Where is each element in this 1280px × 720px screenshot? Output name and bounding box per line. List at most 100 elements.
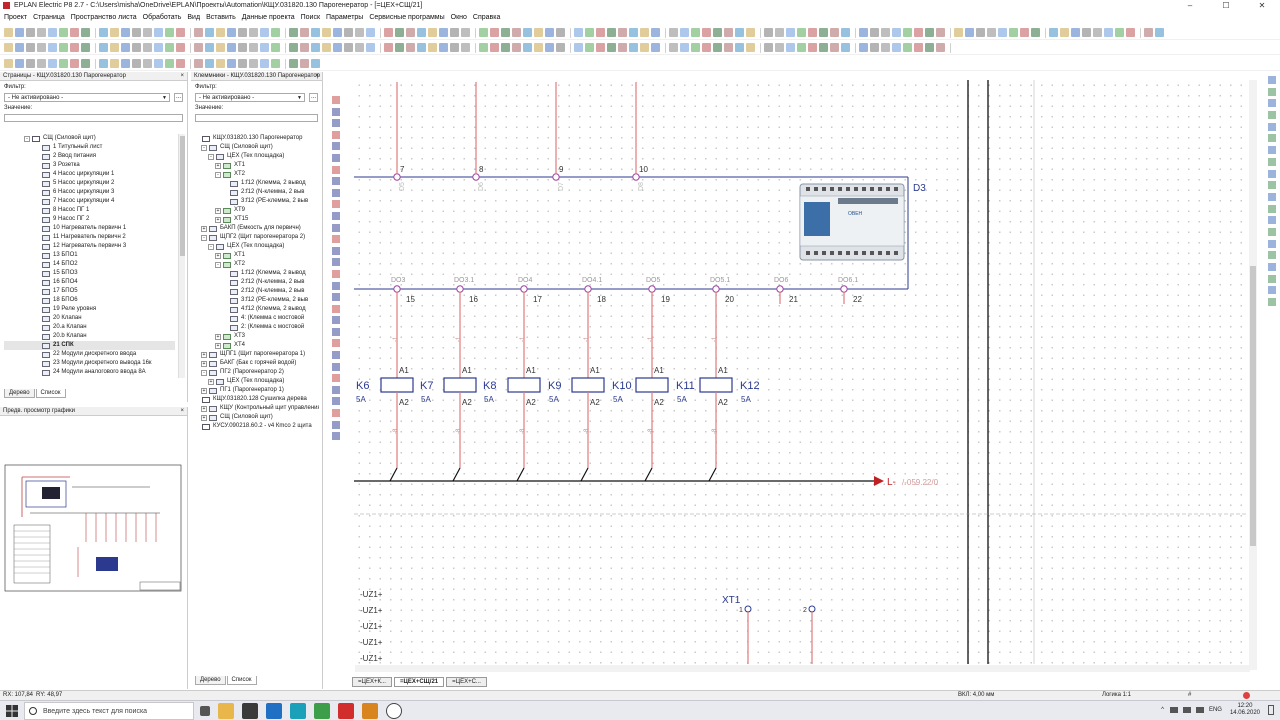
symbol-tool-icon[interactable]: [1268, 263, 1276, 271]
toolbar-button-icon[interactable]: [1049, 28, 1058, 37]
terminal-tree-item[interactable]: 2:f12 (N-клемма, 2 выв: [194, 278, 319, 287]
toolbar-button-icon[interactable]: [48, 43, 57, 52]
toolbar-button-icon[interactable]: [300, 43, 309, 52]
chrome-icon[interactable]: [314, 703, 330, 719]
symbol-tool-icon[interactable]: [1268, 274, 1276, 283]
edge-icon[interactable]: [290, 703, 306, 719]
toolbar-button-icon[interactable]: [954, 28, 963, 37]
expand-icon[interactable]: +: [215, 207, 221, 214]
toolbar-button-icon[interactable]: [450, 28, 459, 37]
toolbar-button-icon[interactable]: [998, 28, 1007, 37]
drawing-tool-icon[interactable]: [332, 281, 340, 290]
menu-window[interactable]: Окно: [451, 14, 467, 21]
toolbar-button-icon[interactable]: [618, 28, 627, 37]
toolbar-button-icon[interactable]: [691, 28, 700, 37]
drawing-tool-icon[interactable]: [332, 339, 340, 348]
canvas-horizontal-scrollbar[interactable]: [355, 665, 1250, 672]
toolbar-button-icon[interactable]: [1126, 28, 1135, 37]
toolbar-button-icon[interactable]: [936, 28, 945, 37]
terminals-panel-close-icon[interactable]: ×: [315, 72, 319, 80]
toolbar-button-icon[interactable]: [271, 43, 280, 52]
toolbar-button-icon[interactable]: [903, 43, 912, 52]
drawing-tool-icon[interactable]: [332, 362, 340, 371]
menu-layout-space[interactable]: Пространство листа: [71, 14, 137, 21]
taskbar-clock[interactable]: 12:20 14.06.2020: [1230, 703, 1260, 717]
drawing-tool-icon[interactable]: [332, 130, 340, 139]
collapse-icon[interactable]: -: [24, 135, 30, 142]
grid-status[interactable]: ВКЛ: 4,00 мм: [958, 691, 994, 700]
toolbar-button-icon[interactable]: [713, 43, 722, 52]
toolbar-button-icon[interactable]: [651, 43, 660, 52]
toolbar-button-icon[interactable]: [110, 59, 119, 68]
toolbar-button-icon[interactable]: [596, 43, 605, 52]
page-list-item[interactable]: 16 БПО4: [4, 278, 175, 287]
toolbar-button-icon[interactable]: [501, 28, 510, 37]
toolbar-button-icon[interactable]: [1155, 28, 1164, 37]
toolbar-button-icon[interactable]: [238, 28, 247, 37]
symbol-tool-icon[interactable]: [1268, 76, 1276, 84]
toolbar-button-icon[interactable]: [37, 28, 46, 37]
toolbar-button-icon[interactable]: [216, 59, 225, 68]
page-list-item[interactable]: 23 Модули дискретного вывода 16к: [4, 359, 175, 368]
collapse-icon[interactable]: -: [201, 144, 207, 151]
toolbar-button-icon[interactable]: [545, 28, 554, 37]
toolbar-button-icon[interactable]: [596, 28, 605, 37]
terminals-filter-select[interactable]: - Не активировано - ▼: [195, 93, 305, 102]
drawing-tool-icon[interactable]: [332, 165, 340, 174]
tab-tree[interactable]: Дерево: [195, 676, 226, 685]
toolbar-button-icon[interactable]: [260, 59, 269, 68]
toolbar-button-icon[interactable]: [289, 28, 298, 37]
symbol-tool-icon[interactable]: [1268, 192, 1276, 201]
toolbar-button-icon[interactable]: [249, 59, 258, 68]
toolbar-button-icon[interactable]: [925, 43, 934, 52]
toolbar-button-icon[interactable]: [260, 28, 269, 37]
terminal-tree-item[interactable]: + ЦЕХ (Тех площадка): [194, 377, 319, 386]
toolbar-button-icon[interactable]: [165, 59, 174, 68]
toolbar-button-icon[interactable]: [1144, 28, 1153, 37]
toolbar-button-icon[interactable]: [501, 43, 510, 52]
toolbar-button-icon[interactable]: [176, 28, 185, 37]
toolbar-button-icon[interactable]: [289, 43, 298, 52]
page-list-item[interactable]: 2 Ввод питания: [4, 152, 175, 161]
symbol-tool-icon[interactable]: [1268, 251, 1276, 260]
terminals-value-input[interactable]: [195, 114, 318, 122]
page-list-item[interactable]: 4 Насос циркуляции 1: [4, 170, 175, 179]
toolbar-button-icon[interactable]: [870, 43, 879, 52]
terminal-tree-item[interactable]: 2: (Клемма с мостовой: [194, 323, 319, 332]
toolbar-button-icon[interactable]: [205, 28, 214, 37]
canvas-scroll-thumb[interactable]: [1250, 266, 1256, 546]
toolbar-button-icon[interactable]: [764, 28, 773, 37]
page-list-item[interactable]: 11 Нагреватель первичн 2: [4, 233, 175, 242]
toolbar-button-icon[interactable]: [15, 59, 24, 68]
toolbar-button-icon[interactable]: [70, 43, 79, 52]
page-list-item[interactable]: 6 Насос циркуляции 3: [4, 188, 175, 197]
toolbar-button-icon[interactable]: [238, 59, 247, 68]
toolbar-button-icon[interactable]: [479, 43, 488, 52]
toolbar-button-icon[interactable]: [680, 43, 689, 52]
menu-help[interactable]: Справка: [473, 14, 500, 21]
toolbar-button-icon[interactable]: [355, 28, 364, 37]
toolbar-button-icon[interactable]: [238, 43, 247, 52]
toolbar-button-icon[interactable]: [59, 59, 68, 68]
toolbar-button-icon[interactable]: [512, 28, 521, 37]
toolbar-button-icon[interactable]: [808, 28, 817, 37]
toolbar-button-icon[interactable]: [1115, 28, 1124, 37]
collapse-icon[interactable]: -: [215, 171, 221, 178]
drawing-tool-icon[interactable]: [332, 119, 340, 128]
toolbar-button-icon[interactable]: [1104, 28, 1113, 37]
toolbar-button-icon[interactable]: [629, 43, 638, 52]
toolbar-button-icon[interactable]: [384, 28, 393, 37]
toolbar-button-icon[interactable]: [143, 59, 152, 68]
toolbar-button-icon[interactable]: [205, 59, 214, 68]
toolbar-button-icon[interactable]: [724, 28, 733, 37]
toolbar-button-icon[interactable]: [333, 28, 342, 37]
toolbar-button-icon[interactable]: [311, 43, 320, 52]
toolbar-button-icon[interactable]: [194, 43, 203, 52]
terminal-tree-item[interactable]: + XT1: [194, 251, 319, 260]
drawing-tool-icon[interactable]: [332, 374, 340, 383]
taskbar-search-box[interactable]: Введите здесь текст для поиска: [24, 702, 194, 720]
schematic-editor[interactable]: [346, 72, 1260, 677]
toolbar-button-icon[interactable]: [1031, 28, 1040, 37]
toolbar-button-icon[interactable]: [607, 28, 616, 37]
toolbar-button-icon[interactable]: [271, 28, 280, 37]
